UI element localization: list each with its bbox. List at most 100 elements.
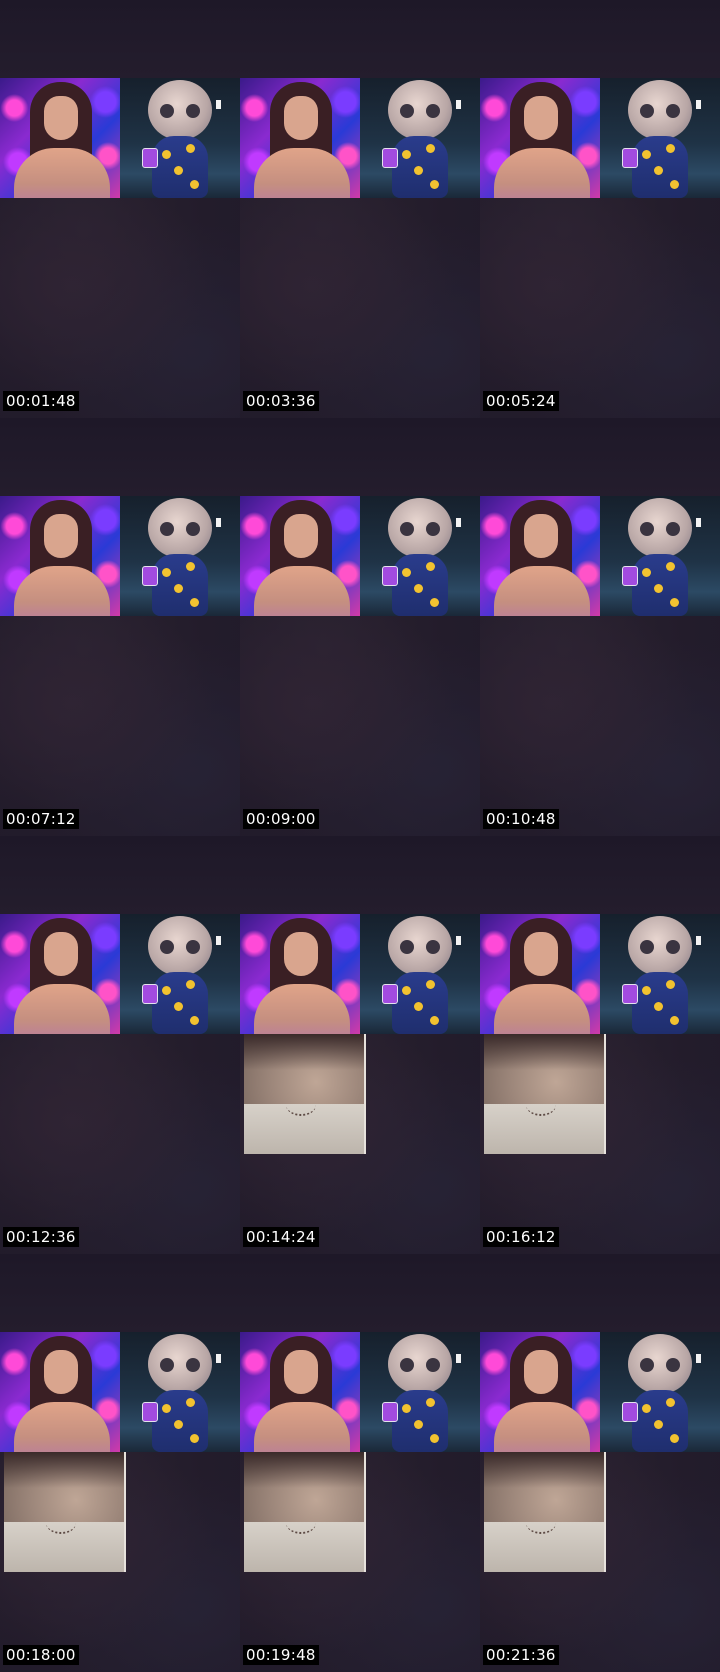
emoji-badge <box>414 1002 423 1011</box>
portrait-panel <box>240 496 360 616</box>
snapshot-necklace <box>286 1094 316 1116</box>
video-frame-thumbnail[interactable]: 00:01:48 <box>0 0 240 418</box>
snapshot-necklace <box>526 1094 556 1116</box>
purple-cup <box>622 566 638 586</box>
portrait-face <box>44 932 78 976</box>
cartoon-eye-left <box>400 940 414 954</box>
cartoon-panel <box>360 1332 480 1452</box>
timestamp-label: 00:10:48 <box>483 809 559 829</box>
cartoon-panel <box>600 78 720 198</box>
frame-top-band <box>480 1254 720 1332</box>
webcam-snapshot <box>484 1034 606 1154</box>
emoji-badge <box>174 584 183 593</box>
cartoon-eye-left <box>400 1358 414 1372</box>
webcam-snapshot <box>244 1452 366 1572</box>
cartoon-eye-right <box>186 522 200 536</box>
cartoon-eye-right <box>666 522 680 536</box>
cartoon-head <box>148 498 212 558</box>
timestamp-label: 00:16:12 <box>483 1227 559 1247</box>
portrait-face <box>44 96 78 140</box>
cartoon-eye-left <box>160 940 174 954</box>
cartoon-eye-right <box>426 104 440 118</box>
street-lamp <box>216 936 221 945</box>
cartoon-eye-left <box>160 104 174 118</box>
emoji-badge <box>190 180 199 189</box>
portrait-face <box>284 1350 318 1394</box>
cartoon-panel <box>600 914 720 1034</box>
snapshot-necklace <box>526 1512 556 1534</box>
cartoon-eye-right <box>186 104 200 118</box>
blurred-background <box>240 616 480 836</box>
timestamp-label: 00:07:12 <box>3 809 79 829</box>
emoji-badge <box>430 180 439 189</box>
cartoon-eye-left <box>160 1358 174 1372</box>
video-frame-thumbnail[interactable]: 00:21:36 <box>480 1254 720 1672</box>
portrait-face <box>44 1350 78 1394</box>
frame-top-band <box>0 0 240 78</box>
portrait-body <box>254 1402 350 1452</box>
cartoon-eye-left <box>160 522 174 536</box>
thumbnail-grid: 00:01:48 00:03:36 00:05:24 00:07:12 00:0… <box>0 0 720 1672</box>
video-frame-thumbnail[interactable]: 00:07:12 <box>0 418 240 836</box>
portrait-body <box>494 148 590 198</box>
timestamp-label: 00:14:24 <box>243 1227 319 1247</box>
frame-top-band <box>0 836 240 914</box>
emoji-badge <box>670 598 679 607</box>
video-frame-thumbnail[interactable]: 00:12:36 <box>0 836 240 1254</box>
cartoon-head <box>388 498 452 558</box>
portrait-face <box>284 514 318 558</box>
cartoon-eye-right <box>426 940 440 954</box>
video-frame-thumbnail[interactable]: 00:19:48 <box>240 1254 480 1672</box>
frame-top-band <box>240 1254 480 1332</box>
cartoon-eye-left <box>400 104 414 118</box>
portrait-face <box>44 514 78 558</box>
cartoon-head <box>388 916 452 976</box>
street-lamp <box>696 100 701 109</box>
video-frame-thumbnail[interactable]: 00:03:36 <box>240 0 480 418</box>
video-frame-thumbnail[interactable]: 00:16:12 <box>480 836 720 1254</box>
cartoon-torso <box>632 972 688 1034</box>
emoji-badge <box>666 144 675 153</box>
video-frame-thumbnail[interactable]: 00:10:48 <box>480 418 720 836</box>
video-frame-thumbnail[interactable]: 00:09:00 <box>240 418 480 836</box>
emoji-badge <box>402 986 411 995</box>
cartoon-head <box>388 80 452 140</box>
emoji-badge <box>430 598 439 607</box>
timestamp-label: 00:05:24 <box>483 391 559 411</box>
emoji-badge <box>430 1434 439 1443</box>
video-frame-thumbnail[interactable]: 00:05:24 <box>480 0 720 418</box>
timestamp-label: 00:03:36 <box>243 391 319 411</box>
cartoon-torso <box>632 1390 688 1452</box>
cartoon-torso <box>632 554 688 616</box>
emoji-badge <box>670 1016 679 1025</box>
cartoon-head <box>628 916 692 976</box>
blurred-background <box>0 198 240 418</box>
video-frame-thumbnail[interactable]: 00:18:00 <box>0 1254 240 1672</box>
cartoon-eye-right <box>426 522 440 536</box>
purple-cup <box>142 1402 158 1422</box>
cartoon-panel <box>600 496 720 616</box>
cartoon-torso <box>152 1390 208 1452</box>
emoji-badge <box>414 1420 423 1429</box>
portrait-body <box>254 984 350 1034</box>
webcam-snapshot <box>244 1034 366 1154</box>
snapshot-shadow <box>244 1452 364 1488</box>
cartoon-panel <box>360 914 480 1034</box>
emoji-badge <box>190 1016 199 1025</box>
frame-top-band <box>0 418 240 496</box>
cartoon-head <box>628 498 692 558</box>
snapshot-necklace <box>46 1512 76 1534</box>
portrait-panel <box>240 78 360 198</box>
emoji-badge <box>426 144 435 153</box>
emoji-badge <box>162 150 171 159</box>
emoji-badge <box>654 1420 663 1429</box>
frame-top-band <box>480 836 720 914</box>
timestamp-label: 00:01:48 <box>3 391 79 411</box>
portrait-face <box>524 514 558 558</box>
emoji-badge <box>426 562 435 571</box>
street-lamp <box>456 100 461 109</box>
emoji-badge <box>414 584 423 593</box>
video-frame-thumbnail[interactable]: 00:14:24 <box>240 836 480 1254</box>
snapshot-shadow <box>484 1034 604 1070</box>
emoji-badge <box>654 584 663 593</box>
